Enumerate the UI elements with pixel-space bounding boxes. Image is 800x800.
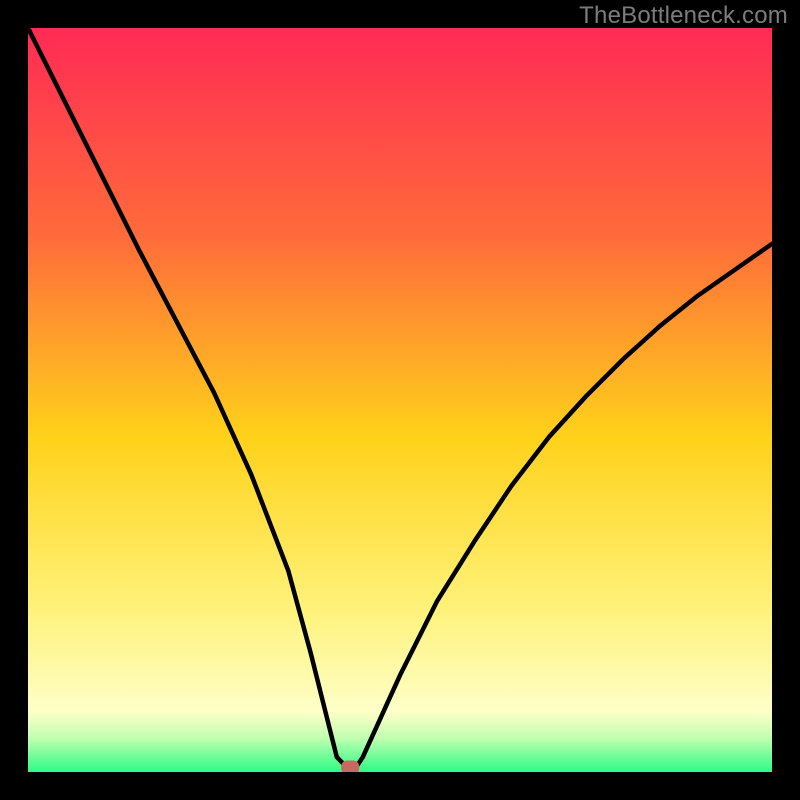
watermark-text: TheBottleneck.com bbox=[579, 2, 788, 30]
plot-background bbox=[28, 28, 772, 772]
bottleneck-chart bbox=[0, 0, 800, 800]
